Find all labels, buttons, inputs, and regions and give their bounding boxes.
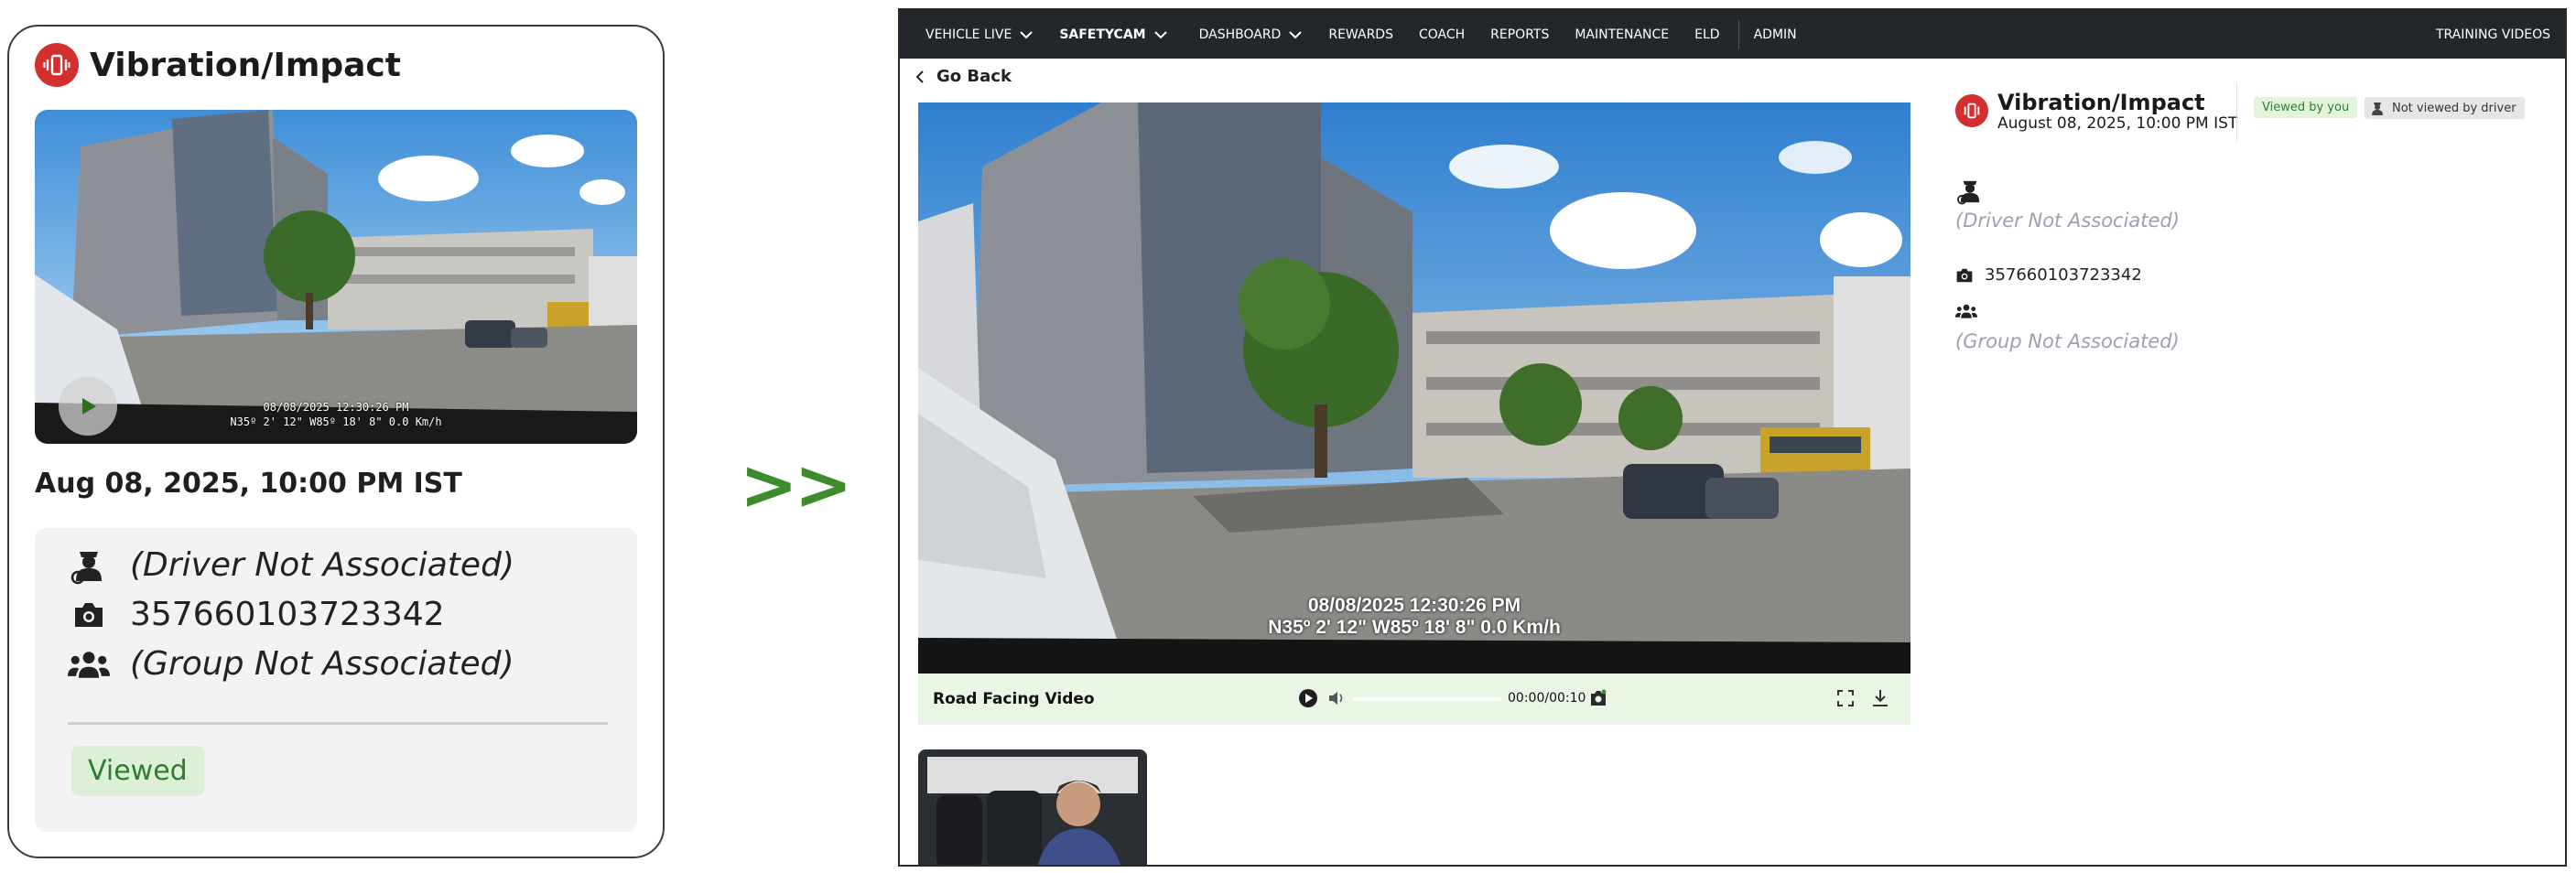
transition-arrow: >>	[740, 444, 852, 525]
nav-rewards[interactable]: REWARDS	[1328, 27, 1393, 42]
nav-separator	[1737, 19, 1739, 49]
volume-icon[interactable]	[1327, 690, 1346, 706]
viewed-by-you-badge: Viewed by you	[2254, 97, 2358, 118]
camera-row: 357660103723342	[1955, 265, 2142, 285]
download-icon[interactable]	[1871, 688, 1889, 708]
divider	[2236, 83, 2237, 142]
play-icon[interactable]	[1298, 688, 1318, 708]
event-card[interactable]: Vibration/Impact 08/08/2025 12:30:26 PM …	[7, 25, 665, 858]
driver-row: (Driver Not Associated)	[68, 544, 514, 585]
camera-row: 357660103723342	[68, 596, 445, 633]
chevron-down-icon	[1153, 30, 1167, 38]
nav-vehicle-live[interactable]: VEHICLE LIVE	[925, 27, 1034, 42]
group-row: (Group Not Associated)	[68, 645, 514, 683]
group-icon	[68, 648, 110, 681]
video-timestamp: 08/08/2025 12:30:26 PM	[1307, 595, 1521, 616]
camera-icon	[68, 600, 110, 630]
video-thumbnail[interactable]: 08/08/2025 12:30:26 PM N35º 2' 12" W85º …	[35, 110, 637, 444]
group-name: (Group Not Associated)	[1955, 330, 2180, 352]
video-time: 00:00/00:10	[1508, 691, 1586, 706]
top-nav: VEHICLE LIVE SAFETYCAM DASHBOARD REWARDS…	[900, 10, 2565, 59]
card-title: Vibration/Impact	[90, 46, 401, 84]
video-location: N35º 2' 12" W85º 18' 8" 0.0 Km/h	[1268, 617, 1561, 638]
driver-name: (Driver Not Associated)	[130, 545, 514, 584]
nav-dashboard[interactable]: DASHBOARD	[1199, 27, 1304, 42]
progress-bar[interactable]	[1353, 697, 1501, 701]
nav-reports[interactable]: REPORTS	[1490, 27, 1549, 42]
driver-icon	[1955, 176, 1985, 209]
nav-eld[interactable]: ELD	[1694, 27, 1719, 42]
nav-safetycam[interactable]: SAFETYCAM	[1059, 27, 1167, 42]
event-summary: Vibration/Impact August 08, 2025, 10:00 …	[1955, 91, 2237, 133]
video-label: Road Facing Video	[933, 690, 1095, 708]
card-header: Vibration/Impact	[35, 43, 401, 87]
driver-icon	[68, 544, 110, 585]
driver-facing-thumbnail[interactable]	[918, 749, 1147, 865]
camera-icon	[1956, 268, 1973, 282]
event-type-title: Vibration/Impact	[1997, 90, 2205, 115]
road-facing-video[interactable]: 08/08/2025 12:30:26 PM N35º 2' 12" W85º …	[918, 102, 1910, 674]
nav-coach[interactable]: COACH	[1419, 27, 1465, 42]
fullscreen-icon[interactable]	[1836, 689, 1855, 707]
nav-admin[interactable]: ADMIN	[1754, 27, 1797, 42]
video-controls: Road Facing Video 00:00/00:10	[918, 674, 1910, 725]
vibration-icon	[35, 43, 79, 87]
group-icon	[1955, 303, 1977, 323]
camera-id: 357660103723342	[1985, 265, 2142, 285]
vibration-icon	[1955, 94, 1988, 127]
driver-name: (Driver Not Associated)	[1955, 210, 2180, 232]
thumb-location: N35º 2' 12" W85º 18' 8" 0.0 Km/h	[230, 415, 442, 428]
app-window: VEHICLE LIVE SAFETYCAM DASHBOARD REWARDS…	[898, 8, 2567, 867]
event-date-detail: August 08, 2025, 10:00 PM IST	[1997, 114, 2238, 133]
group-name: (Group Not Associated)	[130, 645, 514, 683]
snapshot-icon[interactable]	[1589, 689, 1607, 707]
event-details: (Driver Not Associated) 357660103723342 …	[35, 528, 637, 832]
not-viewed-by-driver-badge: Not viewed by driver	[2365, 97, 2525, 119]
camera-id: 357660103723342	[130, 596, 445, 633]
go-back-button[interactable]: Go Back	[915, 67, 1012, 86]
event-date: Aug 08, 2025, 10:00 PM IST	[35, 468, 462, 500]
viewed-badge: Viewed	[71, 746, 204, 796]
play-button[interactable]	[59, 377, 117, 436]
chevron-down-icon	[1020, 30, 1034, 38]
nav-maintenance[interactable]: MAINTENANCE	[1575, 27, 1669, 42]
chevron-left-icon	[915, 70, 924, 83]
nav-training-videos[interactable]: TRAINING VIDEOS	[2436, 10, 2550, 59]
thumb-timestamp: 08/08/2025 12:30:26 PM	[263, 401, 409, 414]
driver-icon	[2372, 102, 2383, 115]
play-icon	[82, 398, 96, 415]
chevron-down-icon	[1289, 30, 1303, 38]
divider	[68, 722, 608, 725]
